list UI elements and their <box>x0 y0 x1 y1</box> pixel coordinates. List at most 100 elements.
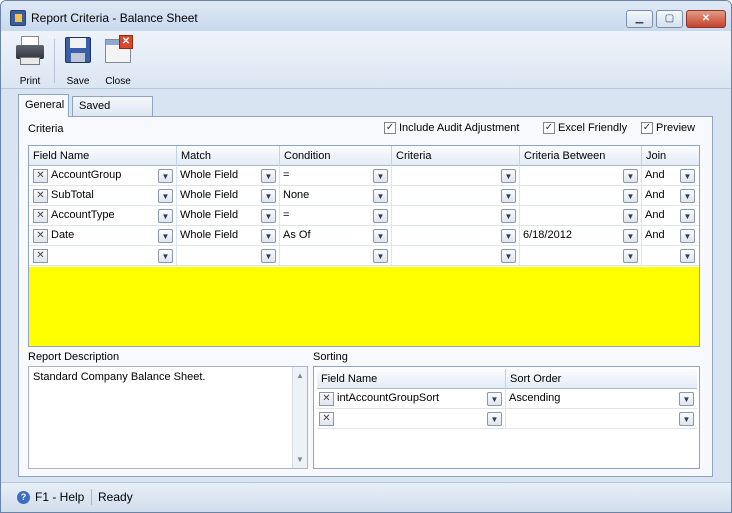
chevron-down-icon[interactable]: ▼ <box>501 229 516 243</box>
title-bar[interactable]: Report Criteria - Balance Sheet ▁ ▢ ✕ <box>1 1 731 31</box>
column-header-criteria-between[interactable]: Criteria Between <box>520 146 642 166</box>
chevron-down-icon[interactable]: ▼ <box>261 209 276 223</box>
column-header-condition[interactable]: Condition <box>280 146 392 166</box>
criteria-row: ✕ AccountGroup ▼ Whole Field ▼ = ▼ ▼ ▼ A… <box>29 166 699 186</box>
chevron-down-icon[interactable]: ▼ <box>261 229 276 243</box>
column-header-match[interactable]: Match <box>177 146 280 166</box>
chevron-down-icon[interactable]: ▼ <box>501 189 516 203</box>
chevron-down-icon[interactable]: ▼ <box>623 229 638 243</box>
printer-icon <box>14 35 46 67</box>
close-window-button[interactable]: ✕ <box>686 10 726 28</box>
chevron-down-icon[interactable]: ▼ <box>487 392 502 406</box>
sorting-label: Sorting <box>313 351 348 363</box>
status-separator <box>91 489 92 505</box>
criteria-row: ✕ SubTotal ▼ Whole Field ▼ None ▼ ▼ ▼ An… <box>29 186 699 206</box>
remove-row-icon[interactable]: ✕ <box>33 249 48 263</box>
excel-friendly-checkbox[interactable]: ✓ Excel Friendly <box>543 122 627 136</box>
window-title: Report Criteria - Balance Sheet <box>31 11 198 25</box>
chevron-down-icon[interactable]: ▼ <box>680 229 695 243</box>
chevron-down-icon[interactable]: ▼ <box>158 209 173 223</box>
remove-row-icon[interactable]: ✕ <box>33 229 48 243</box>
criteria-grid-empty-area <box>29 267 699 346</box>
chevron-down-icon[interactable]: ▼ <box>261 169 276 183</box>
criteria-section-label: Criteria <box>28 123 64 135</box>
help-icon[interactable]: ? <box>17 491 30 504</box>
chevron-down-icon[interactable]: ▼ <box>501 249 516 263</box>
chevron-down-icon[interactable]: ▼ <box>680 249 695 263</box>
chevron-down-icon[interactable]: ▼ <box>373 209 388 223</box>
chevron-down-icon[interactable]: ▼ <box>373 189 388 203</box>
remove-row-icon[interactable]: ✕ <box>33 189 48 203</box>
print-button[interactable]: Print <box>10 35 50 87</box>
chevron-down-icon[interactable]: ▼ <box>680 169 695 183</box>
sorting-grid: Field Name Sort Order ✕ intAccountGroupS… <box>313 366 700 469</box>
checkbox-check-icon: ✓ <box>543 122 555 135</box>
toolbar: Print Save ✕ Close <box>1 31 731 89</box>
chevron-down-icon[interactable]: ▼ <box>373 249 388 263</box>
sort-order-cell[interactable]: Ascending <box>506 389 697 409</box>
close-button[interactable]: ✕ Close <box>98 35 138 87</box>
column-header-criteria[interactable]: Criteria <box>392 146 520 166</box>
column-header-sort-order[interactable]: Sort Order <box>506 369 697 389</box>
sorting-grid-header: Field Name Sort Order <box>317 369 697 389</box>
preview-checkbox[interactable]: ✓ Preview <box>641 122 695 136</box>
report-description-text: Standard Company Balance Sheet. <box>33 371 206 383</box>
remove-row-icon[interactable]: ✕ <box>33 209 48 223</box>
criteria-row: ✕ AccountType ▼ Whole Field ▼ = ▼ ▼ ▼ An… <box>29 206 699 226</box>
report-criteria-window: Report Criteria - Balance Sheet ▁ ▢ ✕ Pr… <box>0 0 732 513</box>
floppy-disk-icon <box>62 35 94 67</box>
report-description-textarea[interactable]: Standard Company Balance Sheet. ▲ ▼ <box>28 366 308 469</box>
help-shortcut-text[interactable]: F1 - Help <box>35 490 84 504</box>
toolbar-separator <box>54 39 55 83</box>
chevron-down-icon[interactable]: ▼ <box>623 209 638 223</box>
column-header-join[interactable]: Join <box>642 146 699 166</box>
criteria-new-row: ✕ ▼ ▼ ▼ ▼ ▼ ▼ <box>29 246 699 266</box>
tab-saved-criteria[interactable]: Saved Criteria <box>72 96 153 130</box>
remove-row-icon[interactable]: ✕ <box>33 169 48 183</box>
chevron-down-icon[interactable]: ▼ <box>158 229 173 243</box>
chevron-down-icon[interactable]: ▼ <box>158 169 173 183</box>
chevron-down-icon[interactable]: ▼ <box>679 392 694 406</box>
criteria-grid-header: Field Name Match Condition Criteria Crit… <box>29 146 699 166</box>
chevron-down-icon[interactable]: ▼ <box>623 189 638 203</box>
chevron-down-icon[interactable]: ▼ <box>680 189 695 203</box>
chevron-down-icon[interactable]: ▼ <box>680 209 695 223</box>
remove-row-icon[interactable]: ✕ <box>319 412 334 426</box>
sort-field-cell[interactable] <box>334 409 506 429</box>
status-text: Ready <box>98 490 133 504</box>
save-button[interactable]: Save <box>58 35 98 87</box>
minimize-button[interactable]: ▁ <box>626 10 653 28</box>
description-scrollbar[interactable]: ▲ ▼ <box>292 367 307 468</box>
chevron-down-icon[interactable]: ▼ <box>679 412 694 426</box>
close-window-icon: ✕ <box>102 35 134 67</box>
sorting-grid-body: Field Name Sort Order ✕ intAccountGroupS… <box>317 369 697 429</box>
chevron-down-icon[interactable]: ▼ <box>373 169 388 183</box>
chevron-down-icon[interactable]: ▼ <box>261 189 276 203</box>
chevron-down-icon[interactable]: ▼ <box>261 249 276 263</box>
criteria-grid: Field Name Match Condition Criteria Crit… <box>28 145 700 347</box>
report-description-label: Report Description <box>28 351 120 363</box>
sort-field-cell[interactable]: intAccountGroupSort <box>334 389 506 409</box>
sort-order-cell[interactable] <box>506 409 697 429</box>
include-audit-adjustment-checkbox[interactable]: ✓ Include Audit Adjustment <box>384 122 519 136</box>
app-icon <box>10 10 26 26</box>
maximize-button[interactable]: ▢ <box>656 10 683 28</box>
chevron-down-icon[interactable]: ▼ <box>158 189 173 203</box>
scroll-up-icon[interactable]: ▲ <box>296 371 304 380</box>
chevron-down-icon[interactable]: ▼ <box>501 169 516 183</box>
tab-general[interactable]: General <box>18 94 69 117</box>
print-label: Print <box>19 76 41 87</box>
column-header-field-name[interactable]: Field Name <box>29 146 177 166</box>
chevron-down-icon[interactable]: ▼ <box>623 169 638 183</box>
checkbox-check-icon: ✓ <box>641 122 653 135</box>
scroll-down-icon[interactable]: ▼ <box>296 455 304 464</box>
chevron-down-icon[interactable]: ▼ <box>373 229 388 243</box>
chevron-down-icon[interactable]: ▼ <box>158 249 173 263</box>
chevron-down-icon[interactable]: ▼ <box>487 412 502 426</box>
checkbox-label: Include Audit Adjustment <box>399 122 520 135</box>
remove-row-icon[interactable]: ✕ <box>319 392 334 406</box>
column-header-sort-field-name[interactable]: Field Name <box>317 369 506 389</box>
chevron-down-icon[interactable]: ▼ <box>501 209 516 223</box>
chevron-down-icon[interactable]: ▼ <box>623 249 638 263</box>
close-label: Close <box>105 76 131 87</box>
